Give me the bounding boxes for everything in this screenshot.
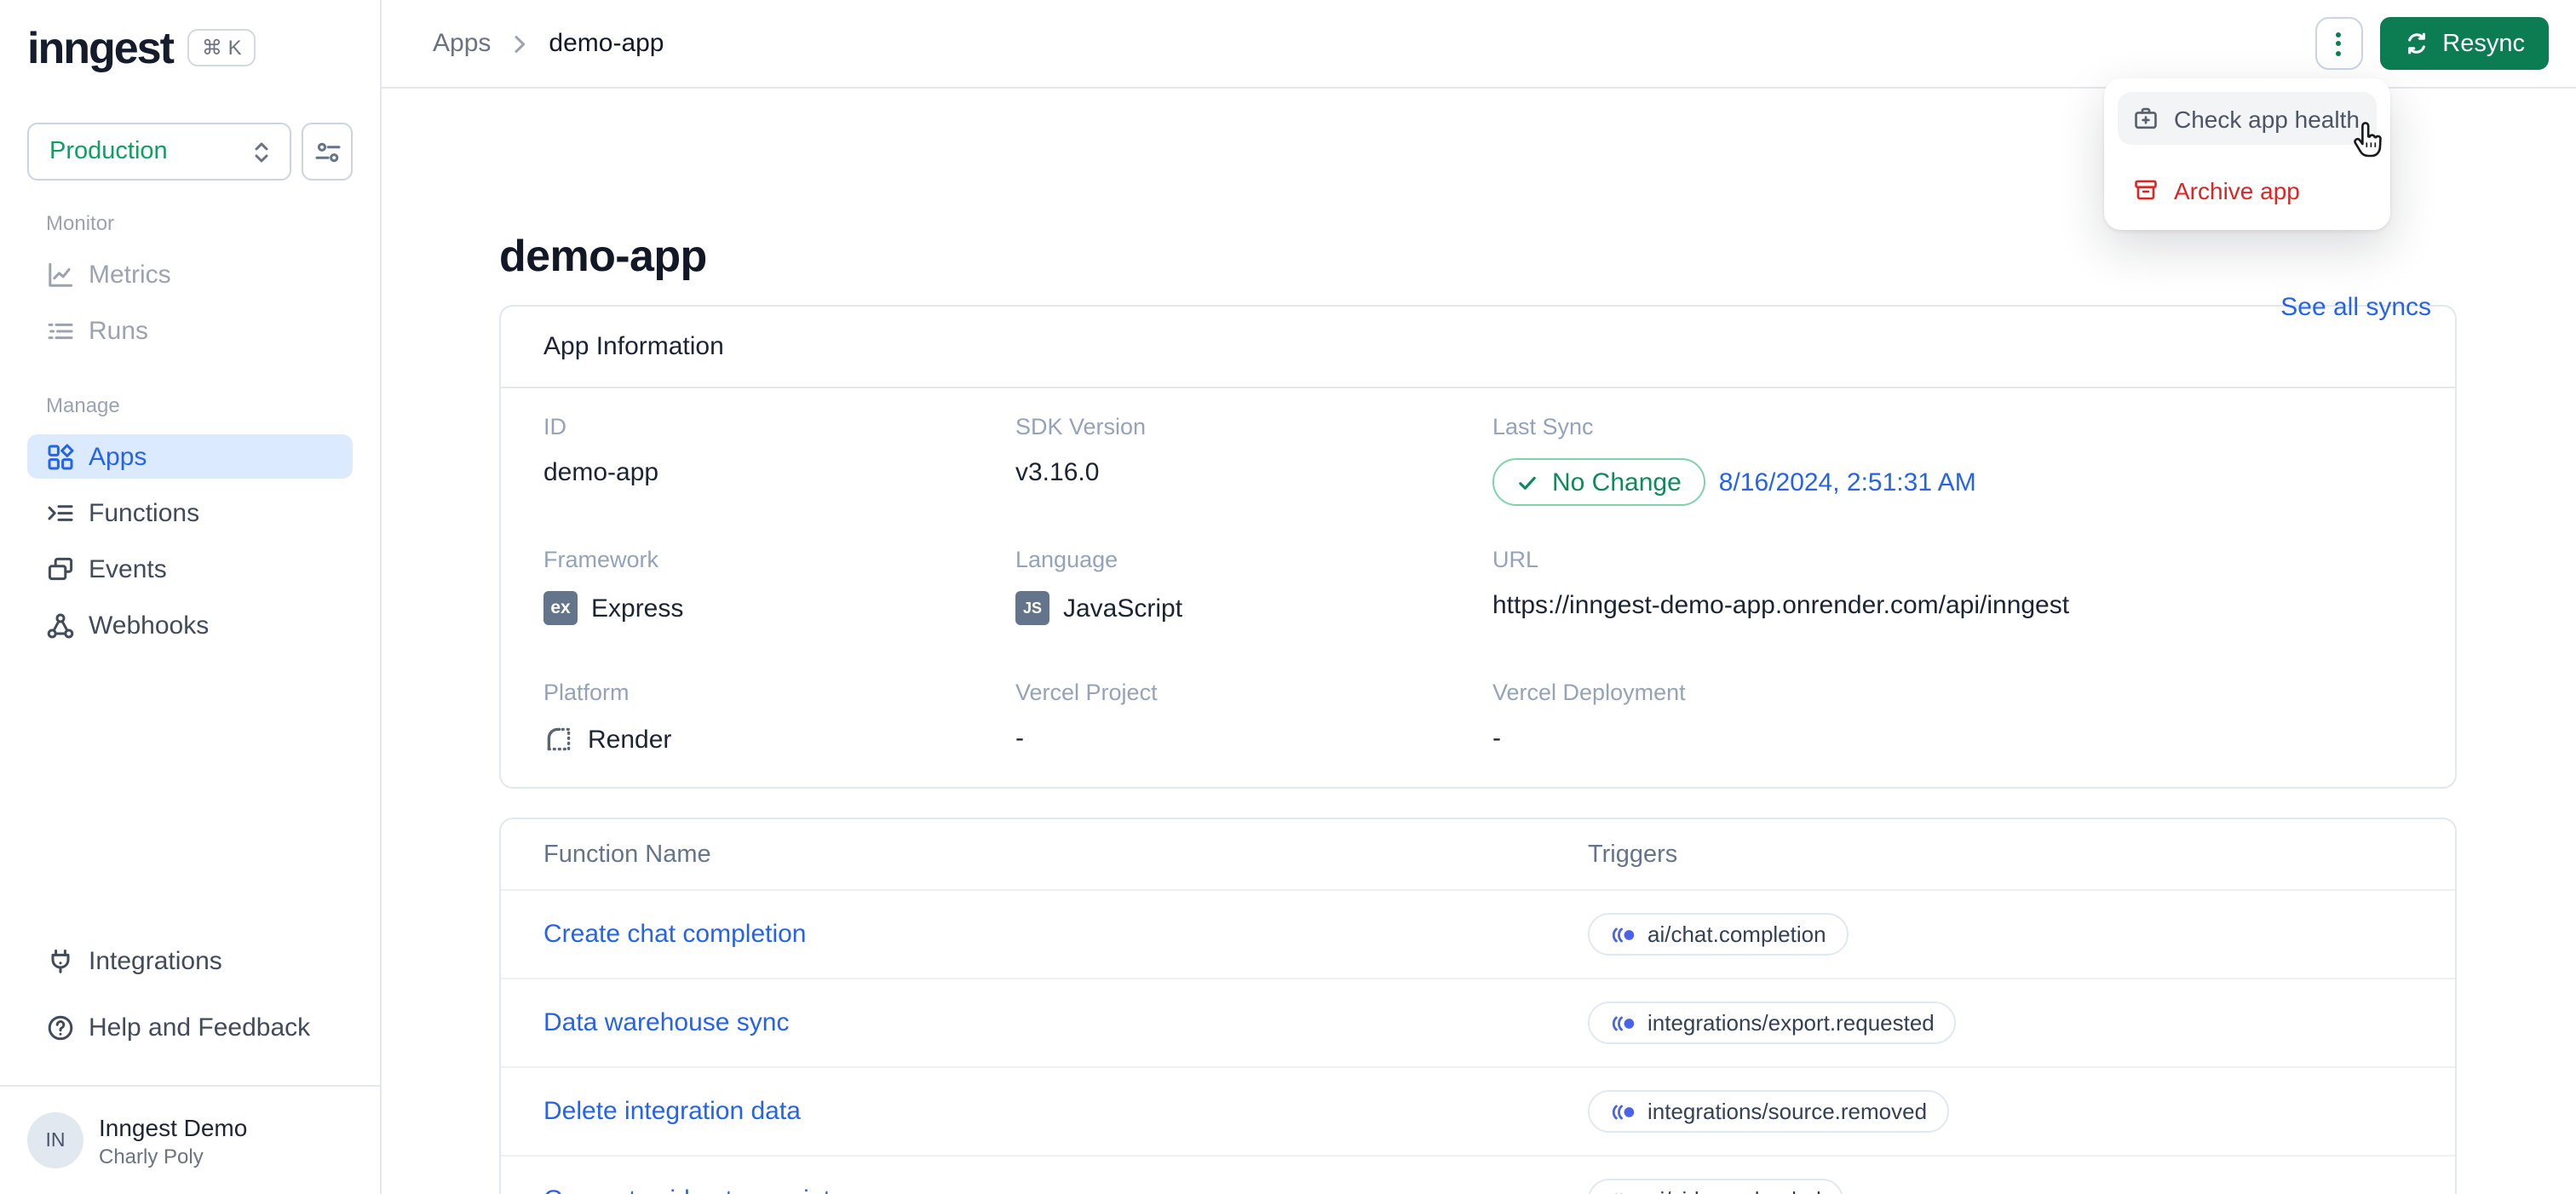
- sidebar-item-metrics[interactable]: Metrics: [27, 252, 353, 296]
- user-name: Charly Poly: [99, 1144, 204, 1168]
- resync-refresh-icon: [2407, 32, 2425, 55]
- environment-value: Production: [49, 138, 168, 165]
- menu-item-check-app-health[interactable]: Check app health: [2118, 92, 2377, 145]
- trigger-badge: ai/chat.completion: [1588, 913, 1849, 956]
- app-root: inngest ⌘ K Production Monitor Metrics R…: [0, 0, 2576, 1194]
- event-trigger-icon: [1612, 1015, 1635, 1030]
- sidebar-item-label: Webhooks: [89, 611, 210, 640]
- sidebar-item-events[interactable]: Events: [27, 547, 353, 591]
- javascript-icon: JS: [1015, 591, 1049, 625]
- top-bar: Apps demo-app Resync: [382, 0, 2576, 89]
- table-row: Delete integration data integrations/sou…: [501, 1066, 2455, 1155]
- last-sync-date-link[interactable]: 8/16/2024, 2:51:31 AM: [1719, 468, 1976, 497]
- sidebar-item-label: Runs: [89, 316, 149, 345]
- function-link[interactable]: Create chat completion: [543, 920, 1588, 949]
- field-vercel-project: Vercel Project -: [1015, 680, 1158, 753]
- page-content: See all syncs demo-app App Information I…: [382, 89, 2576, 1194]
- sidebar-item-integrations[interactable]: Integrations: [27, 939, 353, 983]
- sidebar-nav: Monitor Metrics Runs Manage Apps Functio…: [0, 194, 380, 1194]
- table-row: Data warehouse sync integrations/export.…: [501, 978, 2455, 1066]
- app-information-grid: ID demo-app SDK Version v3.16.0 Last Syn…: [501, 388, 2455, 787]
- sidebar-item-functions[interactable]: Functions: [27, 491, 353, 535]
- functions-icon: [48, 504, 73, 520]
- environment-select[interactable]: Production: [27, 123, 291, 181]
- express-icon: ex: [543, 591, 578, 625]
- chevron-right-icon: [515, 35, 526, 52]
- no-change-badge: No Change: [1492, 458, 1705, 506]
- field-id: ID demo-app: [543, 414, 659, 487]
- breadcrumb-current: demo-app: [549, 29, 664, 58]
- trigger-badge: integrations/export.requested: [1588, 1002, 1957, 1044]
- field-last-sync: Last Sync No Change 8/16/2024, 2:51:31 A…: [1492, 388, 2412, 521]
- field-url: URL https://inngest-demo-app.onrender.co…: [1492, 547, 2070, 620]
- render-icon: [547, 727, 571, 751]
- events-icon: [48, 556, 73, 580]
- sidebar-item-help-feedback[interactable]: Help and Feedback: [27, 1005, 353, 1049]
- archive-icon: [2135, 180, 2157, 200]
- metrics-icon: [49, 261, 73, 286]
- sidebar-item-label: Events: [89, 554, 167, 583]
- function-link[interactable]: Data warehouse sync: [543, 1008, 1588, 1037]
- sidebar-item-label: Functions: [89, 498, 200, 527]
- sidebar-item-runs[interactable]: Runs: [27, 308, 353, 353]
- trigger-badge: integrations/source.removed: [1588, 1090, 1950, 1133]
- webhooks-icon: [47, 612, 74, 638]
- sidebar-item-label: Apps: [89, 442, 147, 471]
- inngest-logo[interactable]: inngest: [27, 24, 175, 72]
- app-actions-menu-button[interactable]: [2314, 17, 2363, 70]
- help-circle-icon: [48, 1014, 73, 1040]
- menu-item-archive-app[interactable]: Archive app: [2118, 164, 2377, 216]
- see-all-syncs-link[interactable]: See all syncs: [2280, 293, 2431, 322]
- avatar: IN: [27, 1112, 83, 1168]
- mouse-cursor-pointer: [2349, 121, 2383, 170]
- field-vercel-deployment: Vercel Deployment -: [1492, 680, 1686, 753]
- table-row: Generate video transcript ai/video.uploa…: [501, 1155, 2455, 1194]
- field-sdk-version: SDK Version v3.16.0: [1015, 414, 1147, 487]
- environment-filter-button[interactable]: [302, 123, 353, 181]
- column-function-name: Function Name: [543, 841, 711, 868]
- sidebar: inngest ⌘ K Production Monitor Metrics R…: [0, 0, 382, 1194]
- column-triggers: Triggers: [1588, 841, 1678, 868]
- sidebar-item-apps[interactable]: Apps: [27, 434, 353, 479]
- table-row: Create chat completion ai/chat.completio…: [501, 889, 2455, 978]
- first-aid-kit-icon: [2135, 107, 2157, 129]
- field-platform: Platform Render: [543, 680, 672, 754]
- chevron-updown-icon: [255, 141, 268, 162]
- apps-icon: [48, 443, 74, 469]
- trigger-badge: ai/video.uploaded: [1588, 1179, 1843, 1194]
- function-link[interactable]: Delete integration data: [543, 1097, 1588, 1126]
- sidebar-item-label: Help and Feedback: [89, 1013, 311, 1042]
- breadcrumb-apps[interactable]: Apps: [433, 29, 491, 58]
- event-trigger-icon: [1612, 927, 1635, 942]
- filter-sliders-icon: [314, 141, 340, 162]
- resync-label: Resync: [2442, 30, 2525, 57]
- integrations-plug-icon: [51, 948, 70, 973]
- command-k-shortcut[interactable]: ⌘ K: [187, 29, 256, 66]
- sidebar-item-label: Metrics: [89, 260, 171, 289]
- event-trigger-icon: [1612, 1104, 1635, 1119]
- section-label-manage: Manage: [46, 393, 120, 417]
- app-actions-menu: Check app health Archive app: [2104, 78, 2390, 230]
- account-name: Inngest Demo: [99, 1113, 248, 1140]
- resync-button[interactable]: Resync: [2379, 17, 2549, 70]
- sidebar-item-label: Integrations: [89, 946, 222, 975]
- runs-icon: [48, 322, 73, 339]
- sidebar-item-webhooks[interactable]: Webhooks: [27, 603, 353, 647]
- page-title: demo-app: [499, 230, 707, 281]
- user-account[interactable]: IN Inngest Demo Charly Poly: [0, 1085, 380, 1194]
- breadcrumb: Apps demo-app: [433, 29, 664, 58]
- check-icon: [1519, 475, 1536, 489]
- app-information-card: App Information ID demo-app SDK Version …: [499, 305, 2457, 789]
- app-information-title: App Information: [501, 307, 2455, 388]
- functions-table-header: Function Name Triggers: [501, 819, 2455, 889]
- field-language: Language JS JavaScript: [1015, 521, 1492, 654]
- functions-table-card: Function Name Triggers Create chat compl…: [499, 818, 2457, 1194]
- field-framework: Framework ex Express: [543, 521, 1015, 654]
- section-label-monitor: Monitor: [46, 211, 115, 235]
